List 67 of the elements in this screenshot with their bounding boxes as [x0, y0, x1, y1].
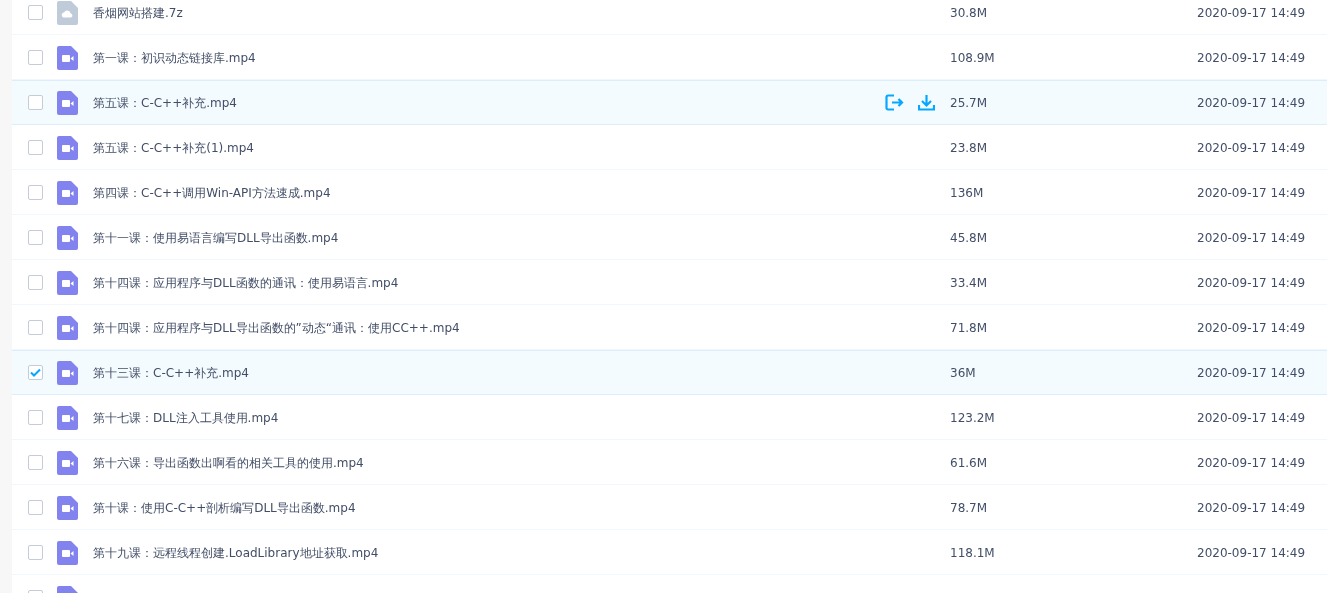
checkbox[interactable]	[28, 545, 43, 560]
file-name[interactable]: 第五课：C-C++补充(1).mp4	[93, 140, 254, 155]
modified-date: 2020-09-17 14:49	[1197, 500, 1306, 515]
checkbox[interactable]	[28, 365, 43, 380]
file-name[interactable]: 第十六课：导出函数出啊看的相关工具的使用.mp4	[93, 455, 364, 470]
modified-date: 2020-09-17 14:49	[1197, 50, 1306, 65]
share-icon[interactable]	[885, 94, 904, 111]
video-file-icon	[57, 540, 78, 565]
checkbox[interactable]	[28, 95, 43, 110]
file-size: 78.7M	[950, 500, 988, 515]
video-file-icon	[57, 180, 78, 205]
checkbox[interactable]	[28, 320, 43, 335]
modified-date: 2020-09-17 14:49	[1197, 545, 1306, 560]
file-name[interactable]: 第十三课：C-C++补充.mp4	[93, 365, 249, 380]
modified-date: 2020-09-17 14:49	[1197, 275, 1306, 290]
modified-date: 2020-09-17 14:49	[1197, 140, 1306, 155]
file-size: 30.8M	[950, 5, 988, 20]
modified-date: 2020-09-17 14:49	[1197, 5, 1306, 20]
cloud-file-icon	[57, 0, 78, 25]
video-file-icon	[57, 135, 78, 160]
file-name[interactable]: 第十九课：远程线程创建.LoadLibrary地址获取.mp4	[93, 545, 379, 560]
modified-date: 2020-09-17 14:49	[1197, 95, 1306, 110]
file-name[interactable]: 香烟网站搭建.7z	[93, 5, 183, 20]
file-size: 123.2M	[950, 410, 995, 425]
file-name[interactable]: 第五课：C-C++补充.mp4	[93, 95, 237, 110]
video-file-icon	[57, 315, 78, 340]
video-file-icon	[57, 405, 78, 430]
file-size: 45.8M	[950, 230, 988, 245]
file-name[interactable]: 第一课：初识动态链接库.mp4	[93, 50, 256, 65]
video-file-icon	[57, 225, 78, 250]
modified-date: 2020-09-17 14:49	[1197, 365, 1306, 380]
file-size: 25.7M	[950, 95, 988, 110]
download-icon[interactable]	[918, 94, 935, 111]
checkbox[interactable]	[28, 455, 43, 470]
checkbox[interactable]	[28, 230, 43, 245]
video-file-icon	[57, 270, 78, 295]
file-size: 36M	[950, 365, 976, 380]
video-file-icon	[57, 450, 78, 475]
video-file-icon	[57, 360, 78, 385]
video-file-icon	[57, 90, 78, 115]
file-size: 33.4M	[950, 275, 988, 290]
file-name[interactable]: 第十四课：应用程序与DLL函数的通讯：使用易语言.mp4	[93, 275, 399, 290]
modified-date: 2020-09-17 14:49	[1197, 410, 1306, 425]
modified-date: 2020-09-17 14:49	[1197, 455, 1306, 470]
file-size: 71.8M	[950, 320, 988, 335]
checkbox[interactable]	[28, 500, 43, 515]
checkbox[interactable]	[28, 275, 43, 290]
file-size: 108.9M	[950, 50, 995, 65]
file-name[interactable]: 第四课：C-C++调用Win-API方法速成.mp4	[93, 185, 331, 200]
file-size: 61.6M	[950, 455, 988, 470]
checkbox[interactable]	[28, 5, 43, 20]
file-name[interactable]: 第十一课：使用易语言编写DLL导出函数.mp4	[93, 230, 339, 245]
file-name[interactable]: 第十课：使用C-C++剖析编写DLL导出函数.mp4	[93, 500, 356, 515]
file-size: 118.1M	[950, 545, 995, 560]
modified-date: 2020-09-17 14:49	[1197, 185, 1306, 200]
checkbox[interactable]	[28, 410, 43, 425]
file-size: 23.8M	[950, 140, 988, 155]
modified-date: 2020-09-17 14:49	[1197, 320, 1306, 335]
video-file-icon	[57, 495, 78, 520]
file-size: 136M	[950, 185, 984, 200]
file-name[interactable]: 第十四课：应用程序与DLL导出函数的”动态“通讯：使用CC++.mp4	[93, 320, 460, 335]
file-name[interactable]: 第十七课：DLL注入工具使用.mp4	[93, 410, 279, 425]
video-file-icon	[57, 45, 78, 70]
modified-date: 2020-09-17 14:49	[1197, 230, 1306, 245]
checkbox[interactable]	[28, 50, 43, 65]
checkbox[interactable]	[28, 140, 43, 155]
checkbox[interactable]	[28, 185, 43, 200]
